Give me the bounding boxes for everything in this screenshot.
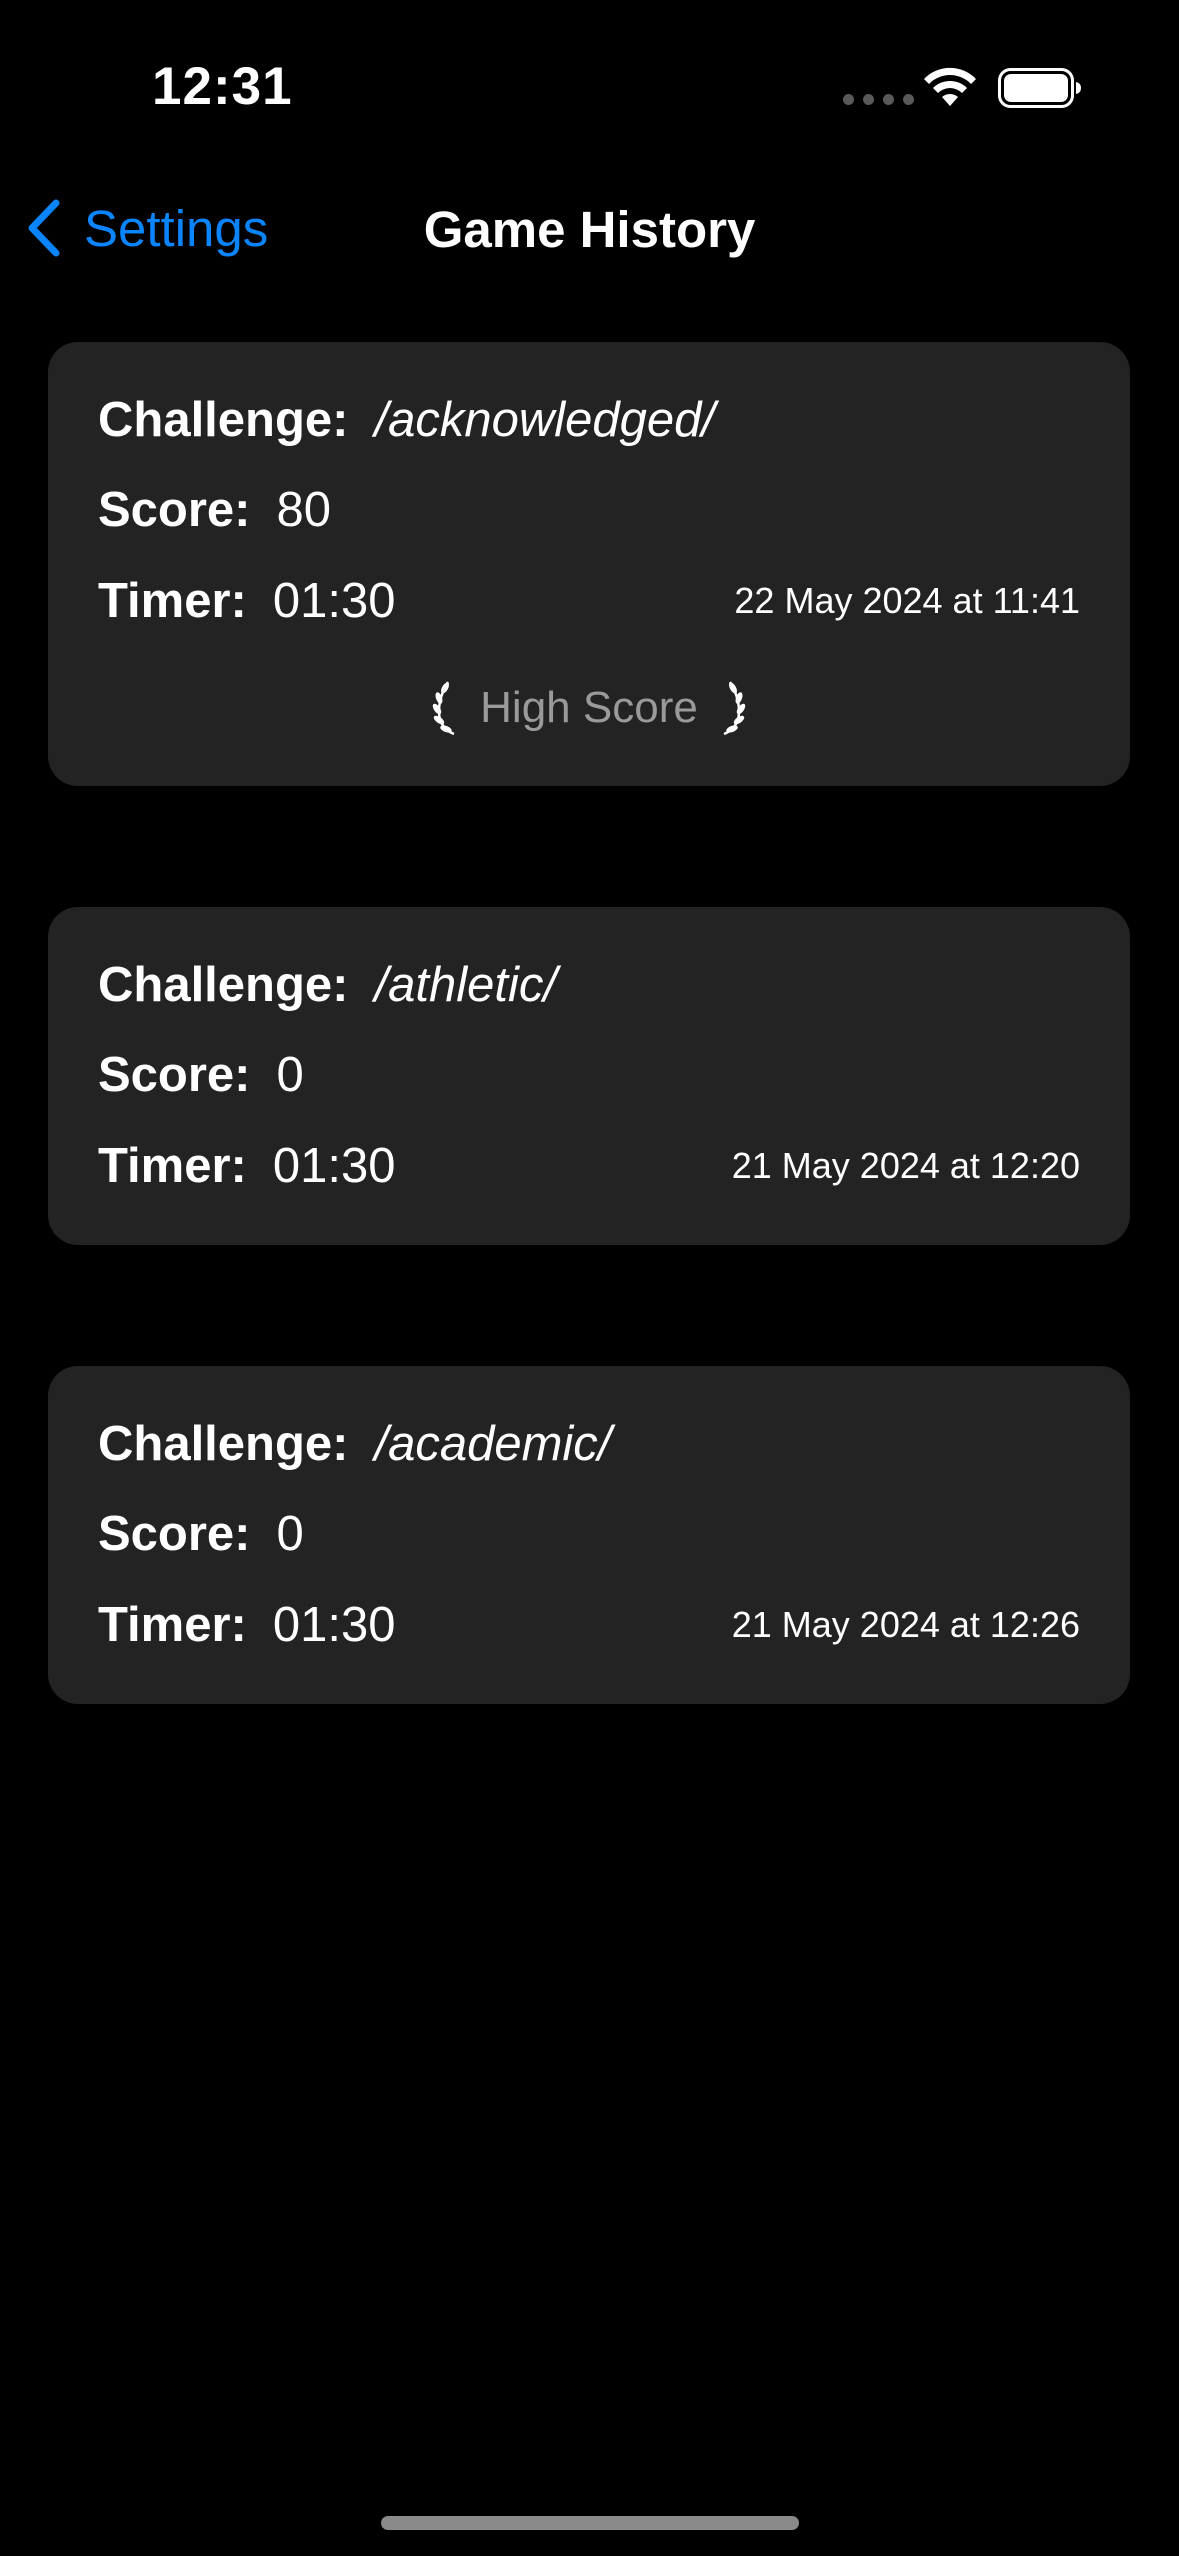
challenge-label: Challenge:	[98, 958, 349, 1012]
battery-icon	[998, 68, 1081, 108]
high-score-label: High Score	[480, 683, 698, 732]
timer-row: Timer: 01:30 22 May 2024 at 11:41	[98, 566, 1080, 636]
timer-value: 01:30	[272, 574, 396, 628]
score-row: Score: 0	[98, 1499, 1080, 1569]
game-date: 22 May 2024 at 11:41	[734, 580, 1080, 621]
challenge-value: /acknowledged/	[374, 393, 715, 447]
challenge-label: Challenge:	[98, 393, 349, 447]
score-value: 80	[276, 483, 332, 537]
game-history-card: Challenge: /acknowledged/ Score: 80 Time…	[48, 342, 1130, 786]
timer-label: Timer:	[98, 1598, 247, 1652]
cellular-signal-icon	[843, 94, 914, 105]
score-label: Score:	[98, 1048, 251, 1102]
status-time: 12:31	[152, 57, 293, 116]
home-indicator[interactable]	[381, 2516, 799, 2530]
challenge-row: Challenge: /acknowledged/	[98, 385, 1080, 455]
timer-row: Timer: 01:30 21 May 2024 at 12:20	[98, 1131, 1080, 1201]
wifi-icon	[924, 67, 976, 106]
game-date: 21 May 2024 at 12:26	[731, 1604, 1080, 1645]
timer-value: 01:30	[272, 1598, 396, 1652]
timer-label: Timer:	[98, 1139, 247, 1193]
score-label: Score:	[98, 483, 251, 537]
challenge-row: Challenge: /athletic/	[98, 950, 1080, 1020]
laurel-left-icon	[432, 681, 455, 736]
timer-label: Timer:	[98, 574, 247, 628]
timer-value: 01:30	[272, 1139, 396, 1193]
page-title: Game History	[423, 201, 756, 258]
challenge-value: /academic/	[374, 1417, 612, 1471]
score-value: 0	[276, 1507, 304, 1561]
status-bar: 12:31	[0, 0, 1179, 150]
challenge-label: Challenge:	[98, 1417, 349, 1471]
score-row: Score: 80	[98, 475, 1080, 545]
challenge-row: Challenge: /academic/	[98, 1409, 1080, 1479]
game-date: 21 May 2024 at 12:20	[731, 1145, 1080, 1186]
game-history-card: Challenge: /academic/ Score: 0 Timer: 01…	[48, 1366, 1130, 1704]
challenge-value: /athletic/	[374, 958, 557, 1012]
score-label: Score:	[98, 1507, 251, 1561]
score-row: Score: 0	[98, 1040, 1080, 1110]
high-score-badge: High Score	[48, 678, 1130, 738]
navigation-bar: Settings Game History	[0, 180, 1179, 270]
score-value: 0	[276, 1048, 304, 1102]
laurel-right-icon	[723, 681, 746, 736]
game-history-card: Challenge: /athletic/ Score: 0 Timer: 01…	[48, 907, 1130, 1245]
timer-row: Timer: 01:30 21 May 2024 at 12:26	[98, 1590, 1080, 1660]
